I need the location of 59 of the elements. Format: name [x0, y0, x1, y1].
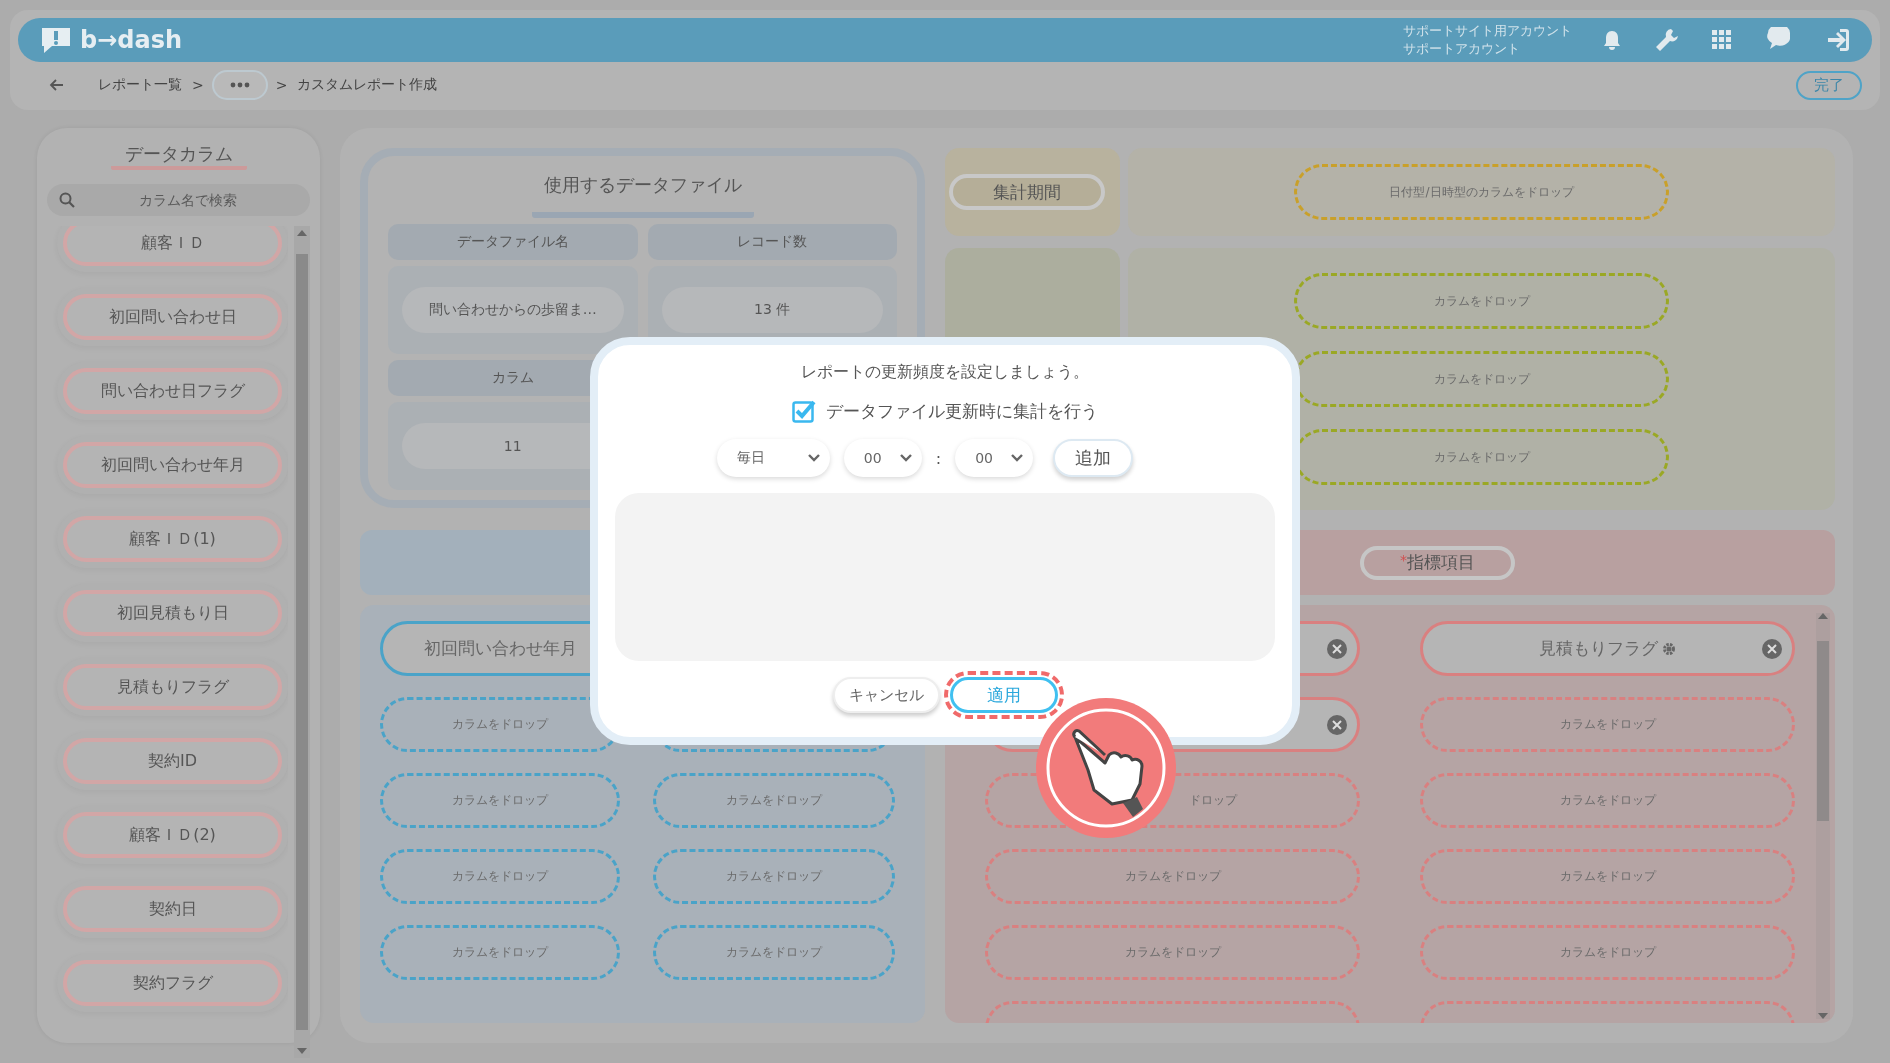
gear-icon[interactable] — [1662, 641, 1676, 656]
breadcrumb-current: カスタムレポート作成 — [297, 76, 438, 94]
drop-zone[interactable]: カラムをドロップ — [653, 925, 895, 980]
scroll-down-icon[interactable] — [297, 1048, 307, 1054]
table-header: データファイル名 — [388, 224, 638, 260]
account-name: サポートアカウント — [1403, 40, 1521, 58]
chevron-down-icon — [899, 454, 912, 462]
breadcrumb-link[interactable]: レポート一覧 — [98, 76, 182, 94]
scroll-up-icon[interactable] — [297, 230, 307, 236]
time-separator: : — [935, 448, 942, 468]
breadcrumb-separator: > — [275, 77, 288, 93]
tab-label: 指標項目 — [1407, 551, 1475, 574]
chevron-down-icon — [1011, 454, 1024, 462]
dots-icon — [229, 82, 250, 88]
chip-label: 見積もりフラグ — [1539, 637, 1658, 660]
close-icon[interactable] — [1327, 638, 1347, 659]
scroll-down-icon[interactable] — [1818, 1013, 1828, 1019]
period-tab[interactable]: 集計期間 — [949, 174, 1105, 210]
table-header: レコード数 — [647, 224, 897, 260]
dropdown-value: 00 — [975, 450, 993, 466]
metric-tab[interactable]: *指標項目 — [1360, 545, 1515, 580]
drop-zone[interactable]: カラムをドロップ — [653, 773, 895, 828]
chip-label: 初回問い合わせ年月 — [423, 637, 577, 660]
dropdown[interactable]: 00 — [843, 439, 922, 477]
account-name: サポートサイト用アカウント — [1403, 22, 1572, 40]
dropdown[interactable]: 00 — [955, 439, 1034, 477]
checkbox-label: データファイル更新時に集計を行う — [826, 399, 1098, 423]
dropdown-value: 00 — [863, 450, 882, 466]
close-icon[interactable] — [1762, 638, 1782, 659]
more-button[interactable] — [213, 72, 266, 98]
add-button[interactable]: 追加 — [1053, 439, 1134, 477]
drop-zone[interactable]: カラムをドロップ — [653, 849, 895, 904]
scrollbar[interactable] — [1816, 613, 1830, 1019]
breadcrumb-separator: > — [192, 77, 204, 93]
cancel-button[interactable]: キャンセル — [832, 677, 940, 713]
scrollbar[interactable] — [294, 226, 310, 1058]
checkbox[interactable] — [792, 399, 818, 423]
drop-zone[interactable]: カラムをドロップ — [380, 925, 620, 980]
logo-text: b→dash — [80, 26, 183, 54]
wrench-icon[interactable] — [1654, 27, 1680, 53]
drop-zone[interactable]: カラムをドロップ — [380, 773, 620, 828]
search-icon — [59, 192, 75, 208]
grid-icon[interactable] — [1710, 28, 1734, 52]
dropdown-value: 毎日 — [736, 449, 765, 467]
column-chip[interactable]: 見積もりフラグ — [1420, 621, 1795, 676]
back-arrow-icon[interactable] — [48, 78, 64, 92]
table-cell: 13 件 — [661, 287, 883, 333]
required-mark: * — [1400, 551, 1407, 568]
scroll-up-icon[interactable] — [1818, 613, 1828, 619]
dropdown[interactable]: 毎日 — [716, 439, 830, 477]
chevron-down-icon — [807, 454, 820, 462]
panel-title: データカラム — [110, 142, 247, 170]
close-icon[interactable] — [1327, 714, 1347, 735]
drop-zone[interactable]: カラムをドロップ — [380, 849, 620, 904]
done-button[interactable]: 完了 — [1796, 70, 1862, 100]
search-field[interactable]: カラム名で検索 — [47, 184, 310, 216]
panel-title: 使用するデータファイル — [531, 172, 754, 218]
table-cell: 問い合わせからの歩留ま… — [402, 287, 624, 333]
dialog-title: レポートの更新頻度を設定しましょう。 — [801, 361, 1089, 383]
